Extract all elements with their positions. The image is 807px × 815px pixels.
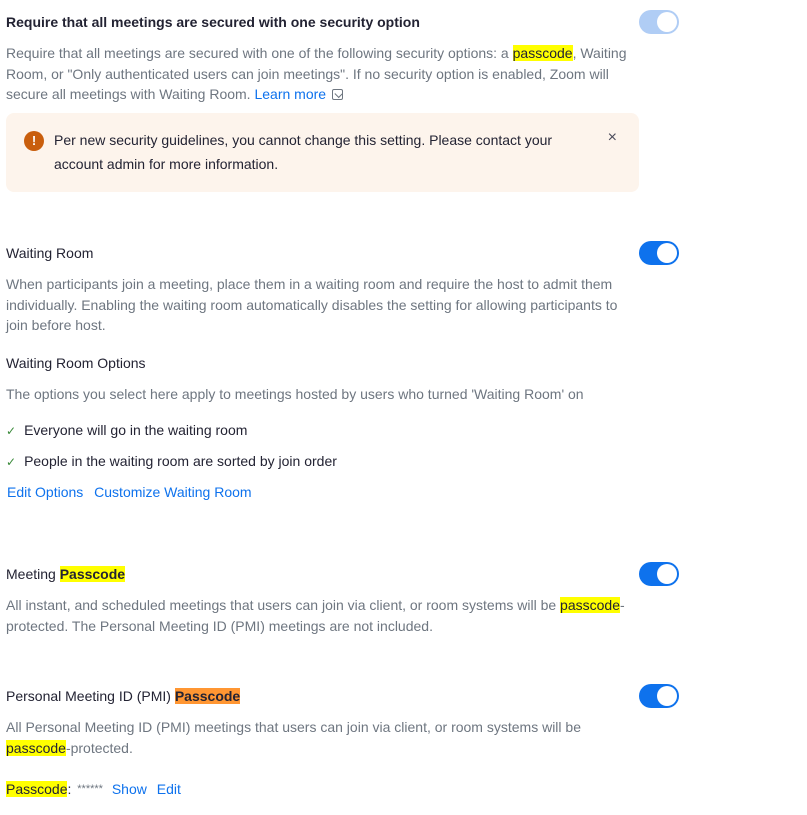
secured-toggle[interactable] bbox=[639, 10, 679, 34]
list-item: ✓ Everyone will go in the waiting room bbox=[6, 422, 247, 438]
customize-waiting-room-link[interactable]: Customize Waiting Room bbox=[94, 484, 251, 500]
passcode-label: Passcode bbox=[6, 781, 68, 797]
toggle-knob bbox=[657, 564, 677, 584]
toggle-knob bbox=[657, 686, 677, 706]
desc-text: -protected. bbox=[65, 739, 133, 756]
check-icon: ✓ bbox=[6, 455, 17, 469]
security-notice: ! Per new security guidelines, you canno… bbox=[6, 113, 639, 192]
toggle-knob bbox=[657, 12, 677, 32]
notice-message: Per new security guidelines, you cannot … bbox=[54, 132, 553, 172]
search-highlight-current: Passcode bbox=[174, 688, 241, 704]
waiting-room-options-title: Waiting Room Options bbox=[6, 355, 146, 371]
search-highlight: passcode bbox=[560, 597, 620, 613]
desc-text: All instant, and scheduled meetings that… bbox=[6, 597, 561, 613]
search-highlight: Passcode bbox=[59, 566, 126, 582]
waiting-room-title: Waiting Room bbox=[6, 245, 94, 261]
option-label: Everyone will go in the waiting room bbox=[24, 422, 248, 438]
warning-icon: ! bbox=[24, 131, 44, 151]
desc-text: All Personal Meeting ID (PMI) meetings t… bbox=[6, 719, 581, 735]
edit-passcode-link[interactable]: Edit bbox=[157, 781, 181, 797]
list-item: ✓ People in the waiting room are sorted b… bbox=[6, 453, 337, 469]
pmi-passcode-title: Personal Meeting ID (PMI) Passcode bbox=[6, 688, 241, 704]
waiting-room-toggle[interactable] bbox=[639, 241, 679, 265]
meeting-passcode-toggle[interactable] bbox=[639, 562, 679, 586]
title-text: Meeting bbox=[6, 566, 60, 582]
waiting-room-options-description: The options you select here apply to mee… bbox=[6, 386, 584, 402]
show-passcode-link[interactable]: Show bbox=[112, 781, 147, 797]
search-highlight: passcode bbox=[6, 739, 66, 756]
pmi-passcode-row: Passcode: ****** Show Edit bbox=[6, 781, 181, 797]
waiting-room-description: When participants join a meeting, place … bbox=[6, 276, 618, 333]
external-link-icon[interactable] bbox=[332, 89, 344, 100]
option-label: People in the waiting room are sorted by… bbox=[24, 453, 337, 469]
search-highlight: passcode bbox=[512, 45, 573, 61]
meeting-passcode-description: All instant, and scheduled meetings that… bbox=[6, 595, 631, 636]
waiting-room-actions: Edit Options Customize Waiting Room bbox=[7, 484, 252, 500]
passcode-mask: ****** bbox=[77, 783, 103, 795]
pmi-passcode-description: All Personal Meeting ID (PMI) meetings t… bbox=[6, 717, 606, 758]
learn-more-link[interactable]: Learn more bbox=[254, 86, 326, 102]
close-icon[interactable]: × bbox=[608, 129, 617, 147]
secured-setting-description: Require that all meetings are secured wi… bbox=[6, 43, 631, 105]
toggle-knob bbox=[657, 243, 677, 263]
check-icon: ✓ bbox=[6, 424, 17, 438]
passcode-colon: : bbox=[67, 781, 72, 797]
desc-text: Require that all meetings are secured wi… bbox=[6, 45, 513, 61]
secured-setting-title: Require that all meetings are secured wi… bbox=[6, 14, 420, 30]
meeting-passcode-title: Meeting Passcode bbox=[6, 566, 126, 582]
title-text: Personal Meeting ID (PMI) bbox=[6, 688, 175, 704]
edit-options-link[interactable]: Edit Options bbox=[7, 484, 83, 500]
pmi-passcode-toggle[interactable] bbox=[639, 684, 679, 708]
